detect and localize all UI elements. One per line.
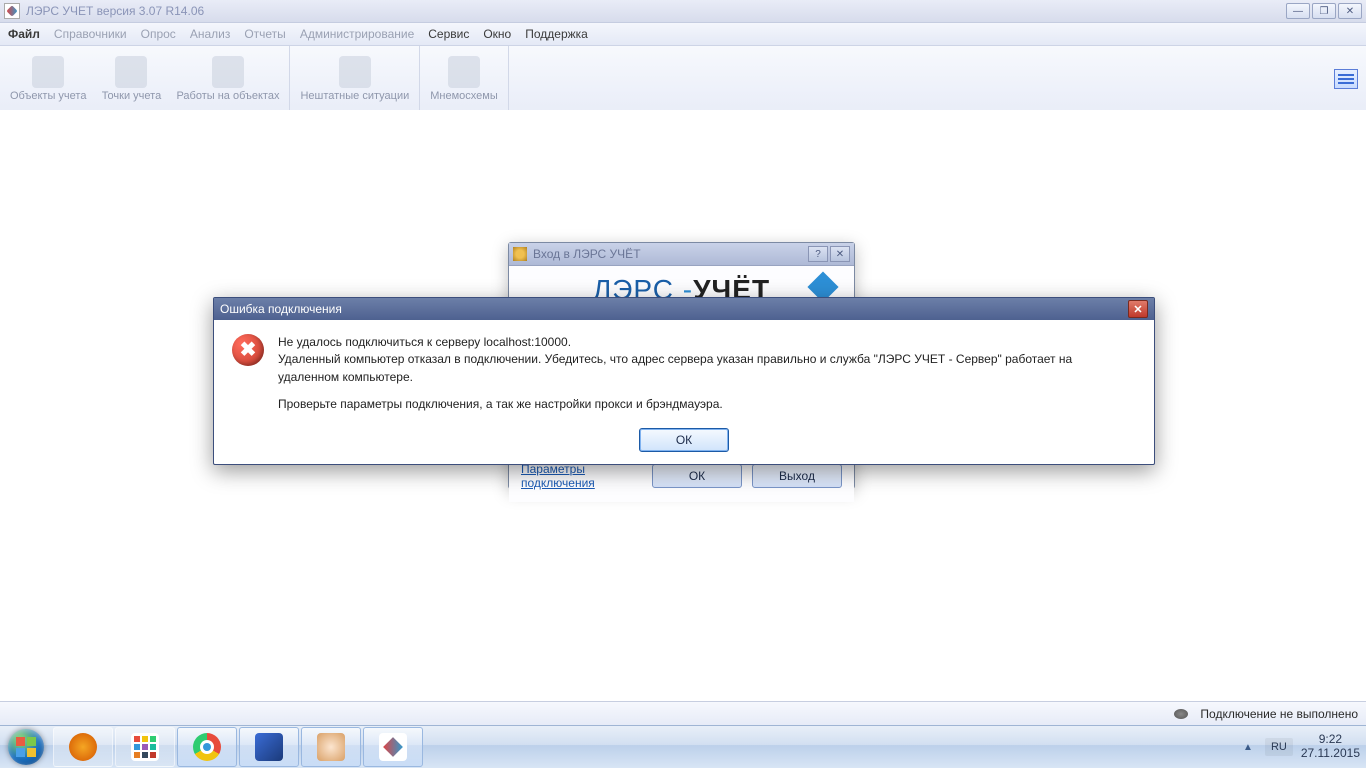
paint-icon	[317, 733, 345, 761]
firefox-icon	[69, 733, 97, 761]
tray-time: 9:22	[1301, 733, 1360, 747]
error-title-text: Ошибка подключения	[220, 302, 1128, 316]
tray-clock[interactable]: 9:22 27.11.2015	[1301, 733, 1360, 761]
login-close-button[interactable]: ✕	[830, 246, 850, 262]
tool-objects[interactable]: Объекты учета	[4, 46, 92, 112]
login-title-text: Вход в ЛЭРС УЧЁТ	[533, 247, 806, 261]
error-body: ✖ Не удалось подключиться к серверу loca…	[214, 320, 1154, 424]
start-button[interactable]	[0, 726, 52, 768]
lers-icon	[379, 733, 407, 761]
menu-reports[interactable]: Отчеты	[244, 27, 285, 41]
toolbar-group-events: Нештатные ситуации	[290, 46, 420, 112]
taskbar: ▲ RU 9:22 27.11.2015	[0, 725, 1366, 768]
task-lers[interactable]	[363, 727, 423, 767]
task-network[interactable]	[239, 727, 299, 767]
tool-objects-label: Объекты учета	[10, 90, 86, 102]
error-title-bar: Ошибка подключения ✕	[214, 298, 1154, 320]
tray-language[interactable]: RU	[1265, 738, 1293, 756]
error-line3: Проверьте параметры подключения, а так ж…	[278, 396, 1136, 413]
tray-expand-icon[interactable]: ▲	[1239, 742, 1257, 753]
tool-points[interactable]: Точки учета	[92, 46, 170, 112]
menu-window[interactable]: Окно	[483, 27, 511, 41]
tool-works[interactable]: Работы на объектах	[170, 46, 285, 112]
error-message: Не удалось подключиться к серверу localh…	[278, 334, 1136, 414]
error-line2: Удаленный компьютер отказал в подключени…	[278, 351, 1136, 386]
tool-works-label: Работы на объектах	[176, 90, 279, 102]
error-close-button[interactable]: ✕	[1128, 300, 1148, 318]
menu-reference[interactable]: Справочники	[54, 27, 127, 41]
toolbar: Объекты учета Точки учета Работы на объе…	[0, 46, 1366, 113]
menu-admin[interactable]: Администрирование	[300, 27, 414, 41]
task-firefox[interactable]	[53, 727, 113, 767]
helmet-icon	[212, 56, 244, 88]
error-icon: ✖	[232, 334, 264, 366]
toolbar-right	[1326, 46, 1366, 112]
task-paint[interactable]	[301, 727, 361, 767]
menu-service[interactable]: Сервис	[428, 27, 469, 41]
status-indicator-icon	[1174, 709, 1188, 719]
network-icon	[255, 733, 283, 761]
login-icon	[513, 247, 527, 261]
status-bar: Подключение не выполнено	[0, 701, 1366, 726]
close-button[interactable]: ✕	[1338, 3, 1362, 19]
login-ok-button[interactable]: ОК	[652, 464, 742, 488]
tool-incidents[interactable]: Нештатные ситуации	[294, 46, 415, 112]
tool-mnemo-label: Мнемосхемы	[430, 90, 498, 102]
app-window: ЛЭРС УЧЕТ версия 3.07 R14.06 ― ❐ ✕ Файл …	[0, 0, 1366, 768]
window-controls: ― ❐ ✕	[1286, 3, 1362, 19]
home-icon	[32, 56, 64, 88]
menu-support[interactable]: Поддержка	[525, 27, 588, 41]
menu-analysis[interactable]: Анализ	[190, 27, 231, 41]
error-ok-button[interactable]: ОК	[639, 428, 729, 452]
error-actions: ОК	[214, 424, 1154, 464]
error-dialog: Ошибка подключения ✕ ✖ Не удалось подклю…	[213, 297, 1155, 465]
menu-bar: Файл Справочники Опрос Анализ Отчеты Адм…	[0, 23, 1366, 46]
chrome-icon	[193, 733, 221, 761]
tool-incidents-label: Нештатные ситуации	[300, 90, 409, 102]
maximize-button[interactable]: ❐	[1312, 3, 1336, 19]
login-exit-button[interactable]: Выход	[752, 464, 842, 488]
pin-icon	[448, 56, 480, 88]
toolbar-group-main: Объекты учета Точки учета Работы на объе…	[0, 46, 290, 112]
minimize-button[interactable]: ―	[1286, 3, 1310, 19]
window-title: ЛЭРС УЧЕТ версия 3.07 R14.06	[26, 4, 1286, 18]
menu-poll[interactable]: Опрос	[141, 27, 176, 41]
error-line1: Не удалось подключиться к серверу localh…	[278, 334, 1136, 351]
gauge-icon	[115, 56, 147, 88]
title-bar: ЛЭРС УЧЕТ версия 3.07 R14.06 ― ❐ ✕	[0, 0, 1366, 23]
toolbar-group-mnemo: Мнемосхемы	[420, 46, 509, 112]
connection-params-link[interactable]: Параметры подключения	[521, 462, 632, 490]
grid-icon	[131, 733, 159, 761]
login-help-button[interactable]: ?	[808, 246, 828, 262]
status-text: Подключение не выполнено	[1200, 707, 1358, 721]
task-grid-app[interactable]	[115, 727, 175, 767]
toolbar-menu-icon[interactable]	[1334, 69, 1358, 89]
warning-icon	[339, 56, 371, 88]
tray-date: 27.11.2015	[1301, 747, 1360, 761]
app-icon	[4, 3, 20, 19]
login-title-bar: Вход в ЛЭРС УЧЁТ ? ✕	[509, 243, 854, 266]
tool-points-label: Точки учета	[102, 90, 162, 102]
system-tray: ▲ RU 9:22 27.11.2015	[1233, 726, 1366, 768]
task-chrome[interactable]	[177, 727, 237, 767]
tool-mnemo[interactable]: Мнемосхемы	[424, 46, 504, 112]
menu-file[interactable]: Файл	[8, 27, 40, 41]
